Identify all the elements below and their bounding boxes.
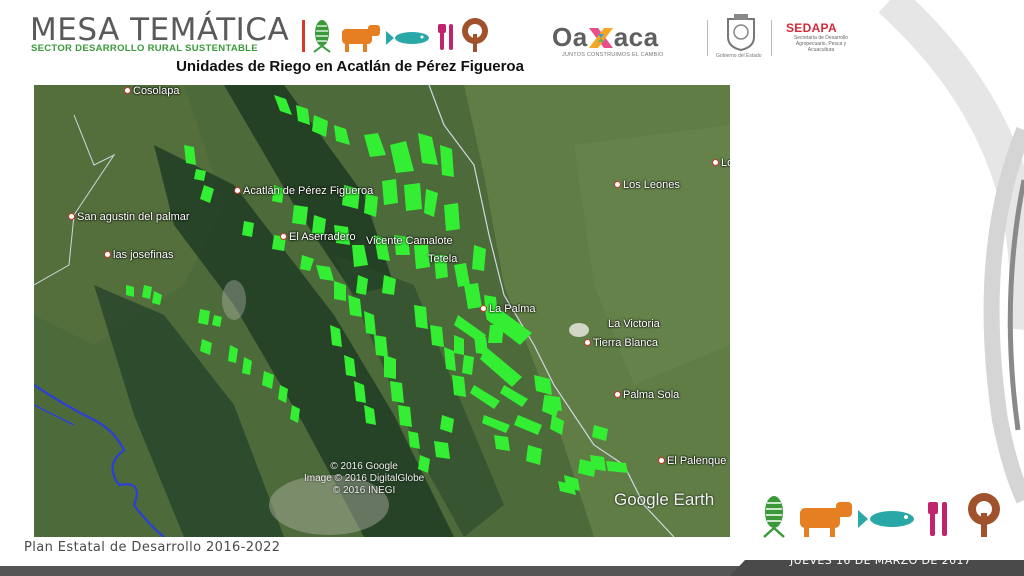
utensils-icon bbox=[928, 502, 947, 536]
plan-estatal-label: Plan Estatal de Desarrollo 2016-2022 bbox=[24, 540, 281, 555]
sedapa-logo: SEDAPA bbox=[786, 21, 837, 35]
title-separator bbox=[302, 20, 305, 52]
sedapa-description: Secretaría de Desarrollo Agropecuario, P… bbox=[793, 35, 849, 53]
place-label: El Aserradero bbox=[280, 231, 356, 243]
cow-icon bbox=[800, 502, 852, 537]
place-label: Palma Sola bbox=[614, 389, 679, 401]
place-label: Tierra Blanca bbox=[584, 337, 658, 349]
map-title: Unidades de Riego en Acatlán de Pérez Fi… bbox=[176, 58, 524, 75]
location-pin-icon bbox=[124, 87, 131, 94]
oaxaca-tagline: JUNTOS CONSTRUIMOS EL CAMBIO bbox=[562, 52, 664, 58]
location-pin-icon bbox=[614, 181, 621, 188]
location-pin-icon bbox=[658, 457, 665, 464]
corn-icon bbox=[313, 20, 331, 53]
place-label: Acatlán de Pérez Figueroa bbox=[234, 185, 373, 197]
location-pin-icon bbox=[480, 305, 487, 312]
place-label: Vicente Camalote bbox=[366, 235, 453, 247]
utensils-icon bbox=[438, 24, 453, 50]
sector-icons bbox=[313, 18, 488, 53]
place-label: San agustin del palmar bbox=[68, 211, 190, 223]
logo-separator bbox=[707, 20, 708, 56]
satellite-map[interactable]: Cosolapa Acatlán de Pérez Figueroa San a… bbox=[34, 85, 730, 537]
place-label: Los Leones bbox=[614, 179, 680, 191]
place-label: Cosolapa bbox=[124, 85, 179, 97]
location-pin-icon bbox=[104, 251, 111, 258]
place-label: Tetela bbox=[428, 253, 458, 265]
place-label: El Palenque bbox=[658, 455, 726, 467]
place-label: Lo bbox=[712, 157, 730, 169]
location-pin-icon bbox=[234, 187, 241, 194]
fish-icon bbox=[858, 510, 914, 528]
place-label: La Victoria bbox=[608, 318, 660, 330]
gobierno-caption: Gobierno del Estado bbox=[716, 53, 762, 59]
tree-icon bbox=[968, 493, 1000, 537]
corn-icon bbox=[763, 496, 785, 538]
footer-sector-icons bbox=[763, 493, 1000, 538]
oaxaca-x-mark-icon bbox=[588, 24, 613, 48]
state-seal-icon bbox=[727, 14, 755, 51]
oaxaca-logo: Oa aca bbox=[552, 22, 659, 52]
location-pin-icon bbox=[68, 213, 75, 220]
place-label: las josefinas bbox=[104, 249, 174, 261]
location-pin-icon bbox=[712, 159, 719, 166]
logo-separator-2 bbox=[771, 20, 772, 56]
map-credits: © 2016 Google Image © 2016 DigitalGlobe … bbox=[304, 461, 425, 496]
cow-icon bbox=[342, 25, 380, 52]
location-pin-icon bbox=[584, 339, 591, 346]
tree-icon bbox=[462, 18, 488, 52]
location-pin-icon bbox=[280, 233, 287, 240]
fish-icon bbox=[386, 31, 429, 45]
place-label: La Palma bbox=[480, 303, 535, 315]
google-earth-logo: Google Earth bbox=[614, 490, 715, 509]
presentation-date: JUEVES 16 DE MARZO DE 2017 bbox=[790, 554, 972, 567]
sector-subtitle: SECTOR DESARROLLO RURAL SUSTENTABLE bbox=[31, 43, 258, 54]
location-pin-icon bbox=[614, 391, 621, 398]
